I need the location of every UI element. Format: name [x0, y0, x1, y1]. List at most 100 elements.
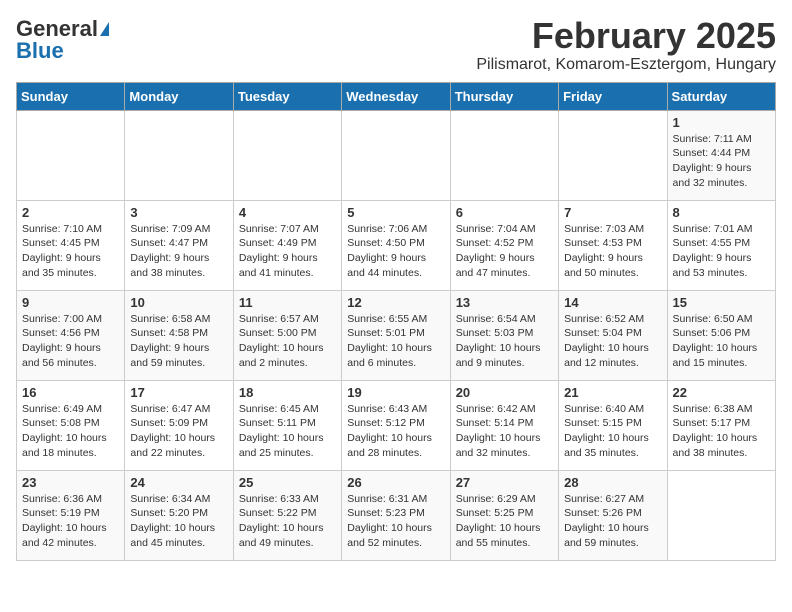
day-info: Sunrise: 6:52 AM Sunset: 5:04 PM Dayligh…: [564, 312, 661, 371]
day-number: 7: [564, 205, 661, 220]
day-number: 4: [239, 205, 336, 220]
day-number: 5: [347, 205, 444, 220]
day-info: Sunrise: 7:06 AM Sunset: 4:50 PM Dayligh…: [347, 222, 444, 281]
logo-triangle-icon: [100, 22, 109, 36]
day-info: Sunrise: 7:03 AM Sunset: 4:53 PM Dayligh…: [564, 222, 661, 281]
week-row-2: 2Sunrise: 7:10 AM Sunset: 4:45 PM Daylig…: [17, 200, 776, 290]
day-number: 2: [22, 205, 119, 220]
day-info: Sunrise: 6:57 AM Sunset: 5:00 PM Dayligh…: [239, 312, 336, 371]
calendar-cell: 27 Sunrise: 6:29 AM Sunset: 5:25 PM Dayli…: [450, 470, 558, 560]
calendar-cell: 1 Sunrise: 7:11 AM Sunset: 4:44 PM Daylig…: [667, 110, 775, 200]
day-info: Sunrise: 6:55 AM Sunset: 5:01 PM Dayligh…: [347, 312, 444, 371]
day-info: Sunrise: 6:38 AM Sunset: 5:17 PM Dayligh…: [673, 402, 770, 461]
day-info: Sunrise: 7:00 AM Sunset: 4:56 PM Dayligh…: [22, 312, 119, 371]
day-number: 24: [130, 475, 227, 490]
calendar-table: SundayMondayTuesdayWednesdayThursdayFrid…: [16, 82, 776, 561]
calendar-cell: 17 Sunrise: 6:47 AM Sunset: 5:09 PM Dayli…: [125, 380, 233, 470]
week-row-4: 16 Sunrise: 6:49 AM Sunset: 5:08 PM Dayli…: [17, 380, 776, 470]
calendar-cell: [233, 110, 341, 200]
calendar-cell: [450, 110, 558, 200]
calendar-cell: 8 Sunrise: 7:01 AM Sunset: 4:55 PM Daylig…: [667, 200, 775, 290]
day-number: 16: [22, 385, 119, 400]
calendar-cell: 6Sunrise: 7:04 AM Sunset: 4:52 PM Daylig…: [450, 200, 558, 290]
day-number: 25: [239, 475, 336, 490]
calendar-cell: 20 Sunrise: 6:42 AM Sunset: 5:14 PM Dayli…: [450, 380, 558, 470]
day-info: Sunrise: 6:54 AM Sunset: 5:03 PM Dayligh…: [456, 312, 553, 371]
day-number: 27: [456, 475, 553, 490]
calendar-header: SundayMondayTuesdayWednesdayThursdayFrid…: [17, 82, 776, 110]
day-info: Sunrise: 6:34 AM Sunset: 5:20 PM Dayligh…: [130, 492, 227, 551]
day-number: 21: [564, 385, 661, 400]
logo-blue: Blue: [16, 38, 64, 64]
day-info: Sunrise: 6:45 AM Sunset: 5:11 PM Dayligh…: [239, 402, 336, 461]
day-number: 14: [564, 295, 661, 310]
title-block: February 2025 Pilismarot, Komarom-Eszter…: [476, 16, 776, 74]
day-number: 28: [564, 475, 661, 490]
weekday-row: SundayMondayTuesdayWednesdayThursdayFrid…: [17, 82, 776, 110]
weekday-header-tuesday: Tuesday: [233, 82, 341, 110]
day-info: Sunrise: 6:36 AM Sunset: 5:19 PM Dayligh…: [22, 492, 119, 551]
day-number: 20: [456, 385, 553, 400]
day-info: Sunrise: 7:11 AM Sunset: 4:44 PM Dayligh…: [673, 132, 770, 191]
day-info: Sunrise: 6:40 AM Sunset: 5:15 PM Dayligh…: [564, 402, 661, 461]
calendar-cell: 26Sunrise: 6:31 AM Sunset: 5:23 PM Dayli…: [342, 470, 450, 560]
calendar-cell: [17, 110, 125, 200]
day-number: 11: [239, 295, 336, 310]
day-number: 9: [22, 295, 119, 310]
day-info: Sunrise: 6:58 AM Sunset: 4:58 PM Dayligh…: [130, 312, 227, 371]
day-number: 13: [456, 295, 553, 310]
day-number: 1: [673, 115, 770, 130]
day-number: 8: [673, 205, 770, 220]
week-row-3: 9 Sunrise: 7:00 AM Sunset: 4:56 PM Daylig…: [17, 290, 776, 380]
day-info: Sunrise: 7:07 AM Sunset: 4:49 PM Dayligh…: [239, 222, 336, 281]
day-number: 3: [130, 205, 227, 220]
calendar-cell: 12 Sunrise: 6:55 AM Sunset: 5:01 PM Dayli…: [342, 290, 450, 380]
day-info: Sunrise: 6:27 AM Sunset: 5:26 PM Dayligh…: [564, 492, 661, 551]
day-info: Sunrise: 6:33 AM Sunset: 5:22 PM Dayligh…: [239, 492, 336, 551]
calendar-cell: [125, 110, 233, 200]
calendar-cell: 11 Sunrise: 6:57 AM Sunset: 5:00 PM Dayli…: [233, 290, 341, 380]
weekday-header-thursday: Thursday: [450, 82, 558, 110]
day-info: Sunrise: 6:43 AM Sunset: 5:12 PM Dayligh…: [347, 402, 444, 461]
day-number: 23: [22, 475, 119, 490]
day-info: Sunrise: 6:29 AM Sunset: 5:25 PM Dayligh…: [456, 492, 553, 551]
page-header: General Blue February 2025 Pilismarot, K…: [16, 16, 776, 74]
week-row-1: 1 Sunrise: 7:11 AM Sunset: 4:44 PM Daylig…: [17, 110, 776, 200]
day-info: Sunrise: 7:09 AM Sunset: 4:47 PM Dayligh…: [130, 222, 227, 281]
day-number: 6: [456, 205, 553, 220]
week-row-5: 23 Sunrise: 6:36 AM Sunset: 5:19 PM Dayli…: [17, 470, 776, 560]
day-number: 22: [673, 385, 770, 400]
weekday-header-friday: Friday: [559, 82, 667, 110]
calendar-cell: 22 Sunrise: 6:38 AM Sunset: 5:17 PM Dayli…: [667, 380, 775, 470]
calendar-cell: 21 Sunrise: 6:40 AM Sunset: 5:15 PM Dayli…: [559, 380, 667, 470]
calendar-cell: 4 Sunrise: 7:07 AM Sunset: 4:49 PM Daylig…: [233, 200, 341, 290]
calendar-cell: 18Sunrise: 6:45 AM Sunset: 5:11 PM Dayli…: [233, 380, 341, 470]
day-info: Sunrise: 6:47 AM Sunset: 5:09 PM Dayligh…: [130, 402, 227, 461]
day-number: 15: [673, 295, 770, 310]
weekday-header-monday: Monday: [125, 82, 233, 110]
calendar-cell: 2Sunrise: 7:10 AM Sunset: 4:45 PM Daylig…: [17, 200, 125, 290]
calendar-cell: 14 Sunrise: 6:52 AM Sunset: 5:04 PM Dayli…: [559, 290, 667, 380]
calendar-cell: 13 Sunrise: 6:54 AM Sunset: 5:03 PM Dayli…: [450, 290, 558, 380]
day-number: 17: [130, 385, 227, 400]
calendar-cell: 16 Sunrise: 6:49 AM Sunset: 5:08 PM Dayli…: [17, 380, 125, 470]
calendar-cell: [667, 470, 775, 560]
calendar-cell: 10 Sunrise: 6:58 AM Sunset: 4:58 PM Dayli…: [125, 290, 233, 380]
day-info: Sunrise: 6:50 AM Sunset: 5:06 PM Dayligh…: [673, 312, 770, 371]
day-info: Sunrise: 6:42 AM Sunset: 5:14 PM Dayligh…: [456, 402, 553, 461]
calendar-body: 1 Sunrise: 7:11 AM Sunset: 4:44 PM Daylig…: [17, 110, 776, 560]
calendar-cell: 28 Sunrise: 6:27 AM Sunset: 5:26 PM Dayli…: [559, 470, 667, 560]
calendar-cell: 25 Sunrise: 6:33 AM Sunset: 5:22 PM Dayli…: [233, 470, 341, 560]
day-info: Sunrise: 7:01 AM Sunset: 4:55 PM Dayligh…: [673, 222, 770, 281]
calendar-title: February 2025: [476, 16, 776, 56]
calendar-cell: 23 Sunrise: 6:36 AM Sunset: 5:19 PM Dayli…: [17, 470, 125, 560]
calendar-cell: 24 Sunrise: 6:34 AM Sunset: 5:20 PM Dayli…: [125, 470, 233, 560]
day-number: 10: [130, 295, 227, 310]
day-info: Sunrise: 6:31 AM Sunset: 5:23 PM Dayligh…: [347, 492, 444, 551]
day-info: Sunrise: 6:49 AM Sunset: 5:08 PM Dayligh…: [22, 402, 119, 461]
calendar-cell: [342, 110, 450, 200]
weekday-header-saturday: Saturday: [667, 82, 775, 110]
day-number: 12: [347, 295, 444, 310]
calendar-cell: 15 Sunrise: 6:50 AM Sunset: 5:06 PM Dayli…: [667, 290, 775, 380]
calendar-cell: 19Sunrise: 6:43 AM Sunset: 5:12 PM Dayli…: [342, 380, 450, 470]
